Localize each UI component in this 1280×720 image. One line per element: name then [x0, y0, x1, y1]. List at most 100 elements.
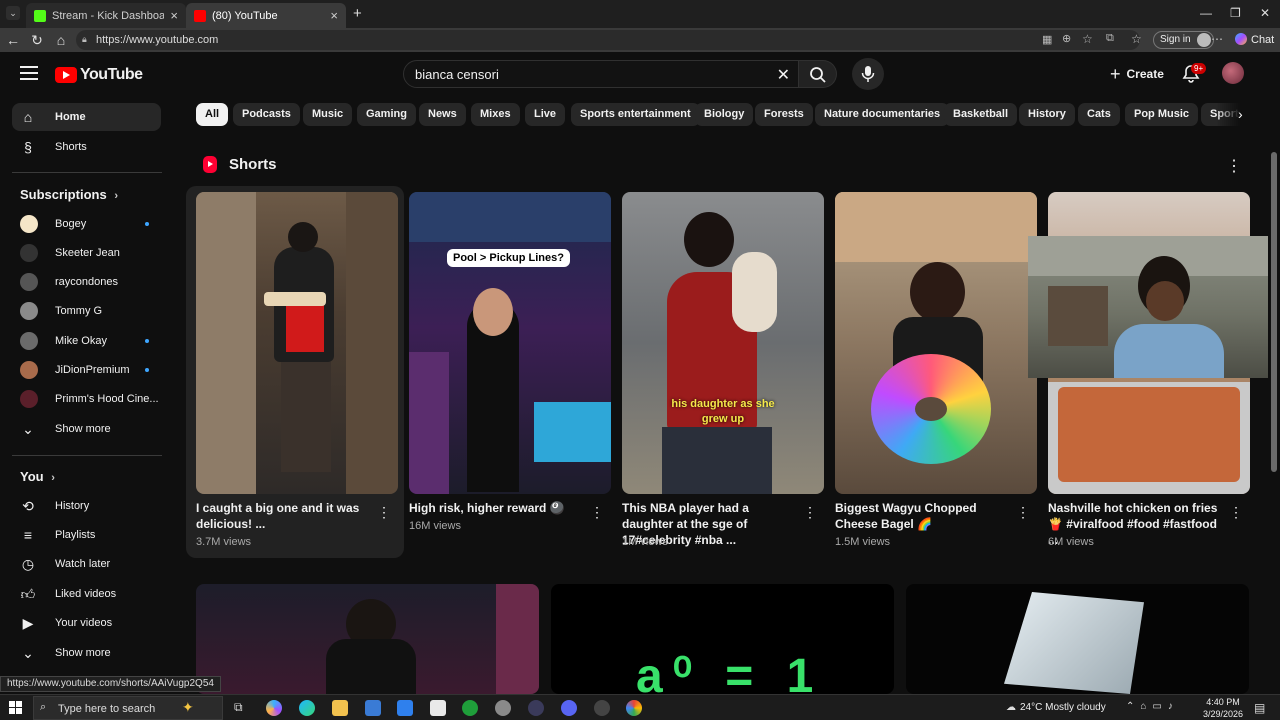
subscription-bogey[interactable]: Bogey	[12, 210, 161, 238]
tab-list-chevron-icon[interactable]: ⌄	[6, 6, 20, 20]
favorite-icon[interactable]: ☆	[1082, 32, 1093, 46]
chip-live[interactable]: Live	[525, 103, 566, 126]
voice-search-button[interactable]	[852, 58, 884, 90]
reader-icon[interactable]: ▦	[1042, 33, 1052, 46]
chip-biology[interactable]: Biology	[695, 103, 754, 126]
edge-taskbar-icon[interactable]	[299, 700, 315, 716]
xbox-taskbar-icon[interactable]	[462, 700, 478, 716]
browser-tab-kick[interactable]: Stream - Kick Dashboard ×	[26, 3, 186, 28]
video-thumbnail[interactable]: a⁰ = 1	[551, 584, 894, 694]
menu-icon[interactable]	[20, 66, 38, 80]
youtube-logo[interactable]: YouTube	[55, 66, 143, 84]
favorites-bar-icon[interactable]: ☆	[1131, 32, 1142, 46]
discord-taskbar-icon[interactable]	[561, 700, 577, 716]
notepad-taskbar-icon[interactable]	[430, 700, 446, 716]
sidebar-item-history[interactable]: ⟲ History	[12, 492, 161, 520]
clear-search-icon[interactable]: ✕	[777, 65, 790, 85]
app-taskbar-icon[interactable]	[495, 700, 511, 716]
new-tab-icon[interactable]: +	[353, 5, 362, 22]
chip-gaming[interactable]: Gaming	[357, 103, 416, 126]
sidebar-item-home[interactable]: ⌂ Home	[12, 103, 161, 131]
sidebar-item-watch-later[interactable]: ◷ Watch later	[12, 550, 161, 578]
subscription-raycondones[interactable]: raycondones	[12, 268, 161, 296]
notifications-icon[interactable]: ▤	[1254, 701, 1265, 715]
weather-widget[interactable]: ☁ 24°C Mostly cloudy	[1006, 702, 1106, 713]
extensions-icon[interactable]: ⧉	[1106, 32, 1114, 45]
taskbar-search-input[interactable]: ⌕ Type here to search ✦	[33, 696, 223, 720]
chip-pop-music[interactable]: Pop Music	[1125, 103, 1199, 126]
close-window-icon[interactable]: ✕	[1260, 6, 1270, 20]
chevron-right-icon[interactable]: ›	[1238, 106, 1243, 122]
more-vertical-icon[interactable]: ⋮	[1016, 504, 1030, 521]
more-vertical-icon[interactable]: ⋮	[1226, 156, 1242, 176]
chip-music[interactable]: Music	[303, 103, 353, 126]
chip-nature-documentaries[interactable]: Nature documentaries	[815, 103, 950, 126]
tray-icons[interactable]: ⌃⌂▭♪	[1126, 701, 1179, 712]
sidebar-item-shorts[interactable]: § Shorts	[12, 133, 161, 161]
chip-basketball[interactable]: Basketball	[944, 103, 1018, 126]
show-more-you[interactable]: ⌄ Show more	[12, 639, 161, 667]
chip-forests[interactable]: Forests	[755, 103, 813, 126]
short-thumbnail[interactable]	[196, 192, 398, 494]
sidebar-item-liked-videos[interactable]: 👍︎ Liked videos	[12, 580, 161, 608]
more-vertical-icon[interactable]: ⋮	[377, 504, 391, 521]
show-more-subscriptions[interactable]: ⌄ Show more	[12, 415, 161, 443]
app-taskbar-icon[interactable]	[528, 700, 544, 716]
close-tab-icon[interactable]: ×	[170, 8, 178, 23]
short-thumbnail[interactable]: his daughter as she grew up	[622, 192, 824, 494]
short-thumbnail[interactable]: Pool > Pickup Lines?	[409, 192, 611, 494]
subscription-tommy-g[interactable]: Tommy G	[12, 297, 161, 325]
chip-news[interactable]: News	[419, 103, 466, 126]
more-vertical-icon[interactable]: ⋮	[803, 504, 817, 521]
subscription-primms-hood-cinema[interactable]: Primm's Hood Cine...	[12, 385, 161, 413]
short-thumbnail[interactable]	[835, 192, 1037, 494]
close-tab-icon[interactable]: ×	[330, 8, 338, 23]
scrollbar-thumb[interactable]	[1271, 152, 1277, 472]
copilot-taskbar-icon[interactable]	[266, 700, 282, 716]
store-taskbar-icon[interactable]	[365, 700, 381, 716]
taskbar-clock[interactable]: 4:40 PM 3/29/2026	[1203, 696, 1243, 720]
account-avatar[interactable]	[1222, 62, 1244, 84]
short-title[interactable]: High risk, higher reward 🎱	[409, 500, 585, 516]
more-options-icon[interactable]: ⋯	[1211, 32, 1223, 46]
address-bar[interactable]: 🔒︎ https://www.youtube.com ▦ ⊕ ☆ ⧉	[76, 30, 1140, 50]
windows-start-icon[interactable]	[9, 701, 23, 715]
subscription-mike-okay[interactable]: Mike Okay	[12, 327, 161, 355]
chip-podcasts[interactable]: Podcasts	[233, 103, 300, 126]
zoom-icon[interactable]: ⊕	[1062, 32, 1071, 45]
video-thumbnail[interactable]	[906, 584, 1249, 694]
page-scrollbar[interactable]	[1268, 52, 1280, 692]
short-title[interactable]: Biggest Wagyu Chopped Cheese Bagel 🌈	[835, 500, 1011, 532]
subscription-jidionpremium[interactable]: JiDionPremium	[12, 356, 161, 384]
short-title[interactable]: I caught a big one and it was delicious!…	[196, 500, 372, 532]
more-vertical-icon[interactable]: ⋮	[590, 504, 604, 521]
chip-history[interactable]: History	[1019, 103, 1075, 126]
chip-mixes[interactable]: Mixes	[471, 103, 520, 126]
chrome-taskbar-icon[interactable]	[626, 700, 642, 716]
back-icon[interactable]: ←	[5, 32, 21, 48]
subscriptions-heading[interactable]: Subscriptions ›	[20, 187, 118, 202]
mail-taskbar-icon[interactable]	[397, 700, 413, 716]
refresh-icon[interactable]: ↻	[29, 32, 45, 49]
home-browser-icon[interactable]: ⌂	[53, 32, 69, 48]
copilot-chat-button[interactable]: Chat	[1235, 33, 1274, 46]
search-button[interactable]	[799, 60, 837, 88]
more-vertical-icon[interactable]: ⋮	[1229, 504, 1243, 521]
obs-taskbar-icon[interactable]	[594, 700, 610, 716]
sidebar-item-playlists[interactable]: ≡ Playlists	[12, 521, 161, 549]
chip-sports-entertainment[interactable]: Sports entertainment	[571, 103, 700, 126]
create-button[interactable]: + Create	[1100, 60, 1174, 88]
video-thumbnail[interactable]	[196, 584, 539, 694]
browser-tab-youtube[interactable]: (80) YouTube ×	[186, 3, 346, 28]
restore-icon[interactable]: ❐	[1230, 6, 1241, 20]
subscription-skeeter-jean[interactable]: Skeeter Jean	[12, 239, 161, 267]
you-heading[interactable]: You ›	[20, 469, 55, 484]
sidebar-item-your-videos[interactable]: ▶ Your videos	[12, 609, 161, 637]
file-explorer-taskbar-icon[interactable]	[332, 700, 348, 716]
search-input[interactable]: bianca censori ✕	[403, 60, 799, 88]
task-view-icon[interactable]: ⧉	[234, 700, 243, 715]
chip-all[interactable]: All	[196, 103, 229, 126]
minimize-icon[interactable]: —	[1200, 6, 1212, 20]
chip-cats[interactable]: Cats	[1078, 103, 1120, 126]
sign-in-button[interactable]: Sign in	[1153, 31, 1214, 49]
